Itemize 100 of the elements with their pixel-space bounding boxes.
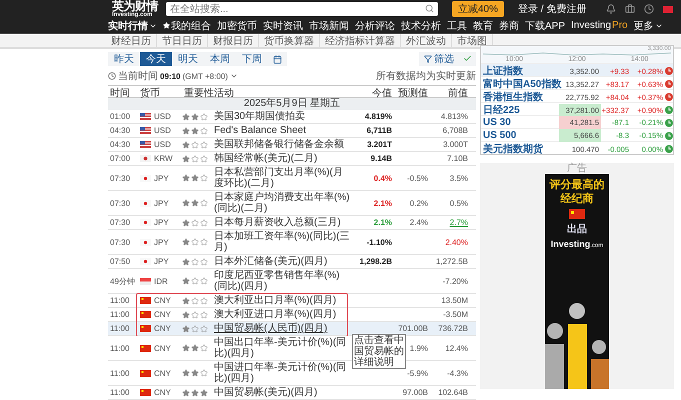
currency-cell: CNY — [154, 324, 171, 333]
subnav-tab[interactable]: 节日日历 — [157, 34, 208, 47]
clock-icon[interactable] — [644, 4, 654, 14]
index-name[interactable]: 上证指数 — [481, 64, 559, 78]
briefcase-icon[interactable] — [625, 4, 636, 14]
caret-icon[interactable] — [230, 72, 238, 80]
date-tab[interactable]: 昨天 — [108, 52, 140, 66]
nav-item[interactable]: 实时资讯 — [263, 18, 303, 33]
index-name[interactable]: US 500 — [481, 130, 559, 141]
actual-cell-text: 9.14B — [370, 154, 393, 163]
index-name[interactable]: 香港恒生指数 — [481, 90, 559, 104]
flag-icon — [140, 174, 151, 182]
event-link[interactable]: 美国30年期国债拍卖 — [212, 110, 352, 123]
event-link[interactable]: 中国出口年率-美元计价(%)(同比)(四月) — [212, 336, 352, 360]
date-heading: 2025年5月9日 星期五 — [108, 98, 476, 110]
actual-cell-text: -1.10% — [366, 238, 393, 246]
forecast-cell-text: 97.00B — [402, 388, 429, 397]
promo-button[interactable]: 立减40% — [452, 1, 504, 18]
event-link[interactable]: 日本每月薪资收入总额(三月) — [212, 216, 352, 229]
index-name[interactable]: 富时中国A50指数 — [481, 77, 559, 91]
time-cell-text: 07:30 — [109, 218, 132, 227]
previous-cell-text: 13.50M — [440, 296, 469, 305]
subnav-tab[interactable]: 外汇波动 — [401, 34, 452, 47]
currency-cell: CNY — [154, 344, 171, 352]
currency-cell: USD — [154, 140, 171, 149]
actual-cell-text: 3.201T — [366, 140, 393, 149]
nav-item[interactable]: 市场新闻 — [309, 18, 349, 33]
event-link[interactable]: Fed's Balance Sheet — [212, 124, 352, 137]
nav-item[interactable]: 下载APP — [525, 18, 566, 33]
date-tab[interactable]: 下周 — [236, 52, 268, 66]
currency-cell: CNY — [154, 368, 171, 378]
event-link[interactable]: 日本家庭户均消费支出年率(%)(同比)(二月) — [212, 191, 352, 215]
timezone-selector[interactable]: (GMT +8:00) — [182, 72, 228, 80]
previous-cell-text: 7.10B — [446, 154, 469, 163]
currency-cell: JPY — [154, 257, 169, 266]
currency-cell: CNY — [154, 388, 171, 397]
subnav-tab[interactable]: 货币换算器 — [259, 34, 320, 47]
event-link[interactable]: 澳大利亚进口月率(%)(四月) — [212, 308, 352, 321]
previous-cell-text: 2.40% — [444, 238, 469, 246]
time-cell-text: 11:00 — [109, 344, 130, 352]
nav-item[interactable]: 实时行情 — [108, 18, 157, 33]
login-link[interactable]: 登录 / 免费注册 — [518, 2, 586, 16]
nav-item[interactable]: 分析评论 — [355, 18, 395, 33]
date-tab[interactable]: 今天 — [140, 52, 172, 66]
time-cell-text: 07:50 — [109, 257, 132, 266]
nav-item[interactable]: 更多 — [634, 18, 663, 33]
flag-icon — [140, 200, 151, 206]
flag-icon[interactable] — [663, 6, 674, 13]
flag-icon — [140, 141, 151, 148]
currency-cell: IDR — [154, 276, 168, 286]
event-link[interactable]: 中国进口年率-美元计价(%)(同比)(四月) — [212, 361, 352, 385]
event-link[interactable]: 印度尼西亚零售销售年率(%)(同比)(四月) — [212, 269, 352, 293]
event-link[interactable]: 中国贸易帐(人民币)(四月) — [212, 322, 352, 335]
search-icon[interactable] — [425, 4, 434, 14]
clock-icon — [108, 72, 116, 80]
search-field[interactable]: 在全站搜索... — [166, 2, 438, 16]
time-cell-text: 11:00 — [109, 324, 130, 333]
event-link[interactable]: 日本加班工资年率(%)(同比)(三月) — [212, 230, 352, 254]
nav-item[interactable]: 教育 — [473, 18, 493, 33]
previous-cell-text: 4.813% — [440, 112, 469, 121]
column-header: 前值 — [447, 87, 469, 100]
bell-icon[interactable] — [606, 4, 616, 14]
nav-item[interactable]: 工具 — [447, 18, 467, 33]
nav-item[interactable]: 技术分析 — [401, 18, 441, 33]
event-link[interactable]: 日本私营部门支出月率(%)(月度环比)(二月) — [212, 166, 352, 190]
index-name[interactable]: US 30 — [481, 117, 559, 128]
flag-icon — [140, 278, 151, 284]
forecast-cell-text: 1.9% — [408, 344, 429, 352]
event-link[interactable]: 韩国经常帐(美元)(二月) — [212, 152, 352, 165]
actual-cell-text: 0.4% — [372, 174, 393, 182]
nav-item[interactable]: 加密货币 — [217, 18, 257, 33]
index-name[interactable]: 美元指数期货 — [481, 142, 559, 156]
subnav-tab[interactable]: 经济指标计算器 — [320, 34, 401, 47]
tooltip: 点击查看中国贸易帐的详细说明 — [352, 334, 406, 369]
date-tab[interactable]: 明天 — [172, 52, 204, 66]
nav-item[interactable]: 券商 — [499, 18, 519, 33]
flag-icon — [140, 219, 151, 226]
subnav-tab[interactable]: 财报日历 — [208, 34, 259, 47]
time-cell-text: 49分钟 — [109, 276, 136, 286]
nav-item[interactable]: InvestingPro — [571, 20, 628, 32]
currency-cell: USD — [154, 112, 171, 121]
date-tab[interactable]: 本周 — [204, 52, 236, 66]
event-link[interactable]: 澳大利亚出口月率(%)(四月) — [212, 294, 352, 307]
currency-cell: JPY — [154, 238, 169, 246]
subnav-tab[interactable]: 财经日历 — [106, 34, 157, 47]
time-cell-text: 07:30 — [109, 198, 132, 208]
time-cell-text: 07:30 — [109, 174, 132, 182]
time-cell-text: 11:00 — [109, 310, 130, 319]
flag-icon — [140, 311, 151, 318]
nav-item[interactable]: 我的组合 — [163, 18, 211, 33]
column-header: 今值 — [371, 87, 393, 100]
flag-icon — [569, 209, 585, 219]
event-link[interactable]: 中国贸易帐(美元)(四月) — [212, 386, 352, 399]
flag-icon — [140, 258, 151, 265]
currency-cell: JPY — [154, 218, 169, 227]
filter-icon — [424, 55, 432, 63]
index-name[interactable]: 日经225 — [481, 103, 559, 117]
column-header: 货币 — [139, 86, 161, 100]
event-link[interactable]: 美国联邦储备银行储备金余额 — [212, 138, 352, 151]
event-link[interactable]: 日本外汇储备(美元)(四月) — [212, 255, 352, 268]
